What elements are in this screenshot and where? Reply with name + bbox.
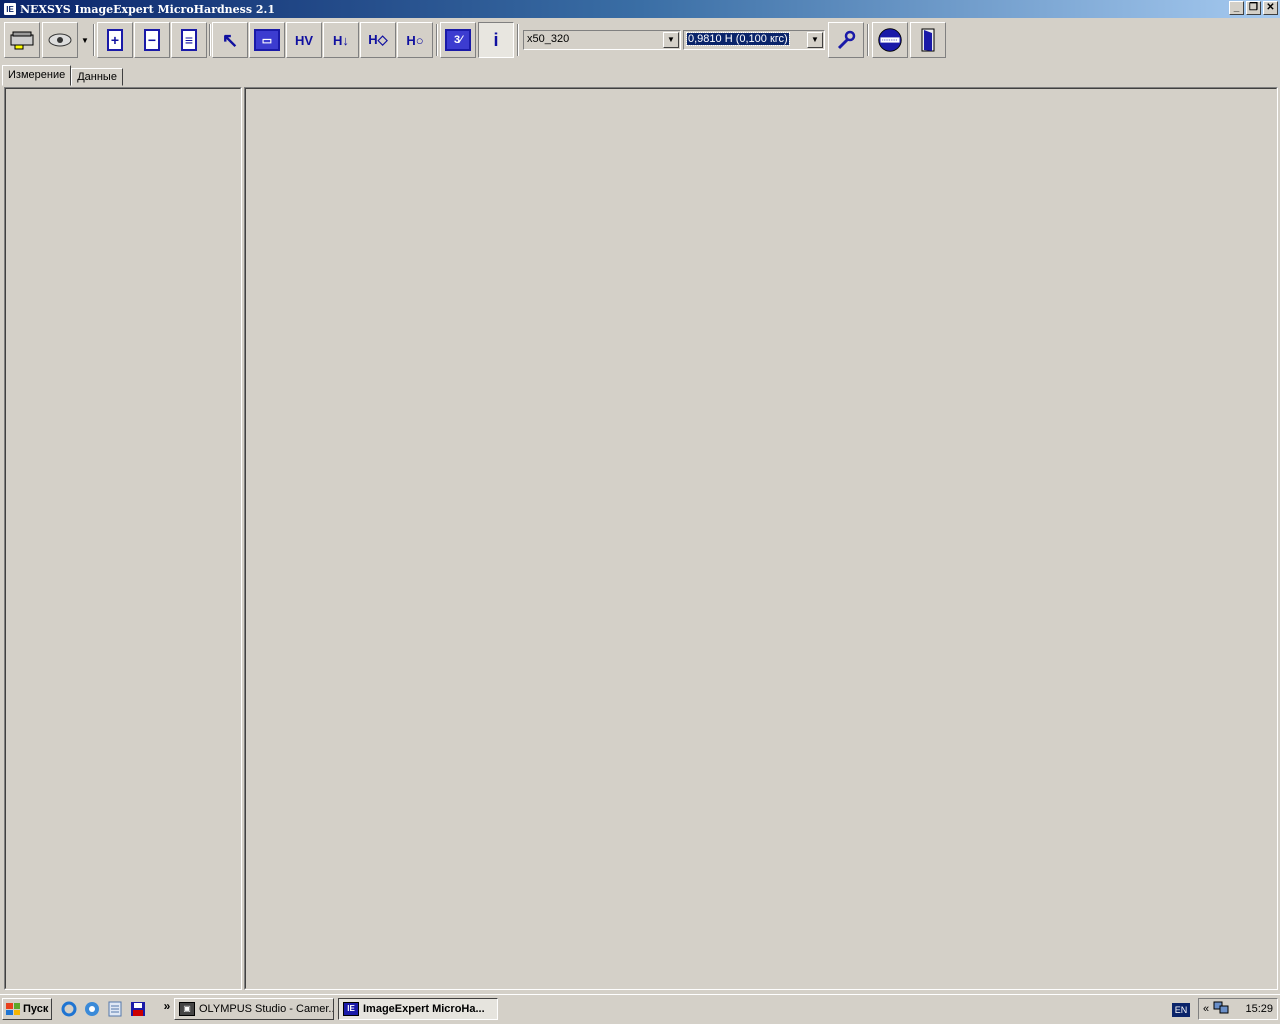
minimize-button[interactable]: _	[1229, 1, 1244, 15]
doc-minus-icon: −	[144, 29, 160, 51]
clock[interactable]: 15:29	[1245, 1003, 1273, 1015]
wrench-icon	[833, 27, 859, 53]
objective-select[interactable]: x50_320 ▼	[523, 30, 681, 50]
hardness-down-button[interactable]: H↓	[323, 22, 359, 58]
calculator-button[interactable]: 3⁄	[440, 22, 476, 58]
windows-logo-icon	[6, 1003, 20, 1015]
lens-button[interactable]	[872, 22, 908, 58]
doc-plus-icon: +	[107, 29, 123, 51]
objective-select-value: x50_320	[527, 33, 570, 45]
eye-icon	[47, 27, 73, 53]
task-imageexpert[interactable]: IE ImageExpert MicroHa...	[338, 998, 498, 1020]
info-icon: i	[493, 29, 499, 50]
close-button[interactable]: ✕	[1263, 1, 1278, 15]
camera-dropdown-arrow[interactable]: ▼	[79, 22, 91, 58]
tray-expand-chevron[interactable]: «	[1203, 1003, 1209, 1015]
document-list-button[interactable]: ≡	[171, 22, 207, 58]
app-icon[interactable]: IE	[3, 2, 17, 16]
scanner-icon	[9, 27, 35, 53]
hardness-circle-button[interactable]: H○	[397, 22, 433, 58]
toolbar-separator	[93, 24, 95, 56]
start-label: Пуск	[23, 1003, 49, 1015]
calc-icon: 3⁄	[445, 29, 471, 51]
load-select-value: 0,9810 Н (0,100 кгс)	[686, 32, 790, 46]
info-button[interactable]: i	[478, 22, 514, 58]
add-document-button[interactable]: +	[97, 22, 133, 58]
ie-icon[interactable]	[61, 1001, 77, 1017]
task-olympus-studio[interactable]: ▣ OLYMPUS Studio - Camer...	[174, 998, 334, 1020]
start-button[interactable]: Пуск	[2, 998, 52, 1020]
toolbar-separator	[867, 24, 869, 56]
scale-ruler-button[interactable]: ▭	[249, 22, 285, 58]
tab-measurement[interactable]: Измерение	[2, 65, 72, 86]
quicklaunch-chevron[interactable]: »	[159, 998, 175, 1014]
save-icon[interactable]	[130, 1001, 146, 1017]
remove-document-button[interactable]: −	[134, 22, 170, 58]
pointer-icon: ↖	[221, 29, 239, 52]
tools-button[interactable]	[828, 22, 864, 58]
system-tray: « 15:29	[1198, 998, 1278, 1020]
window-controls: _ ❐ ✕	[1229, 1, 1278, 15]
task-label: ImageExpert MicroHa...	[363, 1003, 485, 1015]
door-icon	[915, 27, 941, 53]
hardness-hv-button[interactable]: HV	[286, 22, 322, 58]
h-diamond-icon: H◇	[368, 32, 388, 47]
outlook-icon[interactable]	[84, 1001, 100, 1017]
tab-data[interactable]: Данные	[71, 68, 123, 86]
toolbar-separator	[209, 24, 211, 56]
chevron-down-icon[interactable]: ▼	[807, 32, 823, 48]
main-toolbar: ▼ + − ≡ ↖ ▭ HV H↓ H◇ H○ 3⁄ i x50_320 ▼ 0…	[0, 20, 1280, 62]
h-circle-icon: H○	[406, 32, 424, 48]
chevron-down-icon[interactable]: ▼	[663, 32, 679, 48]
h-down-icon: H↓	[333, 32, 349, 48]
measurement-side-panel[interactable]	[4, 87, 242, 990]
language-indicator[interactable]: EN	[1172, 1003, 1190, 1017]
image-view-panel[interactable]	[244, 87, 1278, 990]
exit-button[interactable]	[910, 22, 946, 58]
tab-strip: Измерение Данные	[2, 64, 123, 86]
load-select[interactable]: 0,9810 Н (0,100 кгс) ▼	[683, 30, 825, 50]
camera-app-icon: ▣	[179, 1002, 195, 1016]
task-label: OLYMPUS Studio - Camer...	[199, 1003, 334, 1015]
taskbar: Пуск » ▣ OLYMPUS Studio - Camer... IE Im…	[0, 994, 1280, 1024]
select-pointer-button[interactable]: ↖	[212, 22, 248, 58]
doc-list-icon: ≡	[181, 29, 197, 51]
lens-icon	[877, 27, 903, 53]
camera-button[interactable]	[42, 22, 78, 58]
notepad-icon[interactable]	[107, 1001, 123, 1017]
ruler-icon: ▭	[254, 29, 280, 51]
hardness-diamond-button[interactable]: H◇	[360, 22, 396, 58]
imageexpert-app-icon: IE	[343, 1002, 359, 1016]
toolbar-separator	[517, 24, 519, 56]
window-title: NEXSYS ImageExpert MicroHardness 2.1	[20, 2, 276, 16]
scanner-button[interactable]	[4, 22, 40, 58]
network-icon[interactable]	[1213, 1001, 1229, 1018]
toolbar-separator	[436, 24, 438, 56]
hv-icon: HV	[294, 32, 314, 48]
restore-button[interactable]: ❐	[1246, 1, 1261, 15]
title-bar[interactable]: IE NEXSYS ImageExpert MicroHardness 2.1 …	[0, 0, 1280, 18]
